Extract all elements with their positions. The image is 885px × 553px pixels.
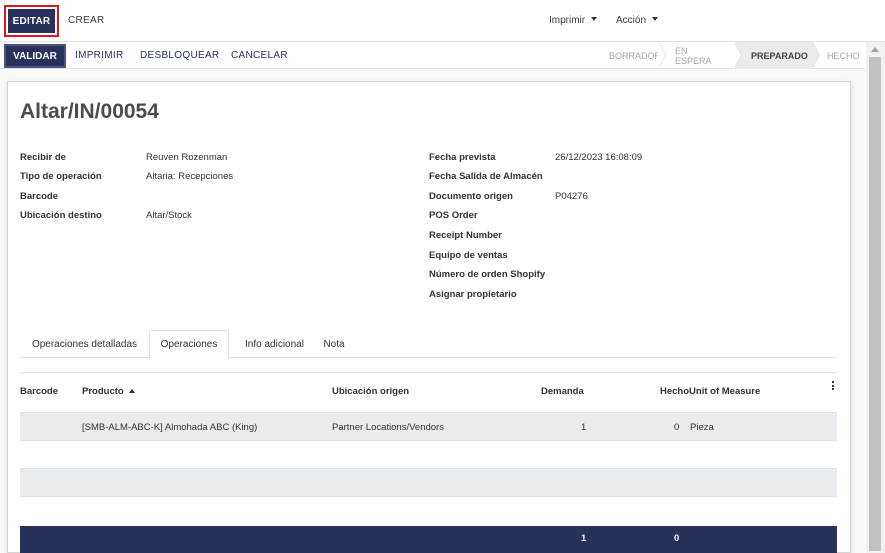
field-value-operation-type[interactable]: Altaria: Recepciones: [146, 171, 233, 182]
table-row-empty: [20, 468, 837, 497]
print-button[interactable]: IMPRIMIR: [75, 50, 124, 61]
stage-draft[interactable]: BORRADOR: [593, 41, 666, 69]
table-footer-totals: 1 0: [20, 526, 837, 553]
control-panel: EDITAR CREAR Imprimir Acción: [0, 0, 885, 42]
column-header-source-location[interactable]: Ubicación origen: [332, 386, 409, 397]
cell-product: [SMB-ALM-ABC-K] Almohada ABC (King): [82, 422, 258, 433]
field-label-shopify-order: Número de orden Shopify: [429, 269, 546, 280]
statusbar: VALIDAR IMPRIMIR DESBLOQUEAR CANCELAR BO…: [0, 41, 865, 69]
field-label-sales-team: Equipo de ventas: [429, 250, 508, 261]
stage-label: HECHO: [827, 50, 860, 61]
total-demand: 1: [581, 533, 587, 544]
caret-down-icon: [591, 17, 598, 21]
cell-source-location: Partner Locations/Vendors: [332, 422, 444, 433]
chevron-right-icon: [812, 41, 820, 68]
table-row-empty: [20, 441, 837, 468]
column-header-barcode[interactable]: Barcode: [20, 386, 58, 397]
stage-label: BORRADOR: [609, 50, 662, 61]
tab-operations[interactable]: Operaciones: [149, 330, 229, 359]
stage-done[interactable]: HECHO: [813, 42, 865, 69]
stage-label: EN ESPERA: [675, 45, 712, 66]
field-label-scheduled-date: Fecha prevista: [429, 152, 496, 163]
chevron-right-icon: [734, 41, 742, 68]
validate-button[interactable]: VALIDAR: [4, 44, 66, 68]
table-header: Barcode Producto Ubicación origen Demand…: [20, 372, 837, 412]
tab-note[interactable]: Nota: [320, 330, 348, 358]
unlock-button[interactable]: DESBLOQUEAR: [140, 50, 219, 61]
field-label-departure-date: Fecha Salida de Almacén: [429, 171, 543, 182]
field-label-origin-document: Documento origen: [429, 191, 513, 202]
print-dropdown-label: Imprimir: [549, 15, 586, 26]
create-button[interactable]: CREAR: [68, 15, 105, 26]
stage-label: PREPARADO: [751, 50, 808, 61]
table-row[interactable]: [SMB-ALM-ABC-K] Almohada ABC (King) Part…: [20, 412, 837, 441]
action-dropdown[interactable]: Acción: [616, 15, 659, 26]
tab-additional-info[interactable]: Info adicional: [229, 330, 320, 358]
total-done: 0: [674, 533, 680, 544]
print-dropdown[interactable]: Imprimir: [549, 15, 598, 26]
sort-ascending-icon: [128, 389, 135, 393]
cell-uom: Pieza: [690, 422, 714, 433]
vertical-scrollbar[interactable]: [866, 42, 885, 553]
record-title: Altar/IN/00054: [20, 100, 159, 123]
caret-down-icon: [652, 17, 659, 21]
column-header-demand[interactable]: Demanda: [541, 386, 584, 397]
notebook-tabs: Operaciones detalladas Operaciones Info …: [20, 330, 837, 359]
field-value-origin-document: P04276: [555, 191, 588, 202]
field-label-dest-location: Ubicación destino: [20, 210, 102, 221]
cancel-button[interactable]: CANCELAR: [231, 50, 288, 61]
field-value-partner[interactable]: Reuven Rozenman: [146, 152, 227, 163]
edit-button-label: EDITAR: [8, 9, 55, 33]
field-label-owner: Asignar propietario: [429, 289, 517, 300]
scrollbar-thumb[interactable]: [869, 57, 881, 551]
chevron-right-icon: [658, 41, 666, 68]
stage-waiting[interactable]: EN ESPERA: [659, 41, 742, 69]
optional-columns-icon[interactable]: [832, 381, 834, 392]
cell-done: 0: [674, 422, 680, 433]
action-dropdown-label: Acción: [616, 15, 647, 26]
edit-button[interactable]: EDITAR: [4, 5, 59, 37]
stage-pipeline: BORRADOR EN ESPERA PREPARADO HECHO: [593, 41, 865, 69]
column-header-product-label: Producto: [82, 386, 124, 397]
field-label-receipt-number: Receipt Number: [429, 230, 502, 241]
field-value-dest-location[interactable]: Altar/Stock: [146, 210, 192, 221]
column-header-product[interactable]: Producto: [82, 386, 135, 397]
column-header-done-uom[interactable]: HechoUnit of Measure: [660, 386, 760, 397]
cell-demand: 1: [581, 422, 587, 433]
tab-detailed-operations[interactable]: Operaciones detalladas: [20, 330, 149, 358]
stage-ready[interactable]: PREPARADO: [735, 41, 820, 69]
scroll-up-arrow-icon[interactable]: [871, 47, 879, 52]
field-label-pos-order: POS Order: [429, 210, 478, 221]
field-value-scheduled-date: 26/12/2023 16:08:09: [555, 152, 643, 163]
field-label-partner: Recibir de: [20, 152, 66, 163]
field-label-barcode: Barcode: [20, 191, 59, 202]
field-label-operation-type: Tipo de operación: [20, 171, 102, 182]
